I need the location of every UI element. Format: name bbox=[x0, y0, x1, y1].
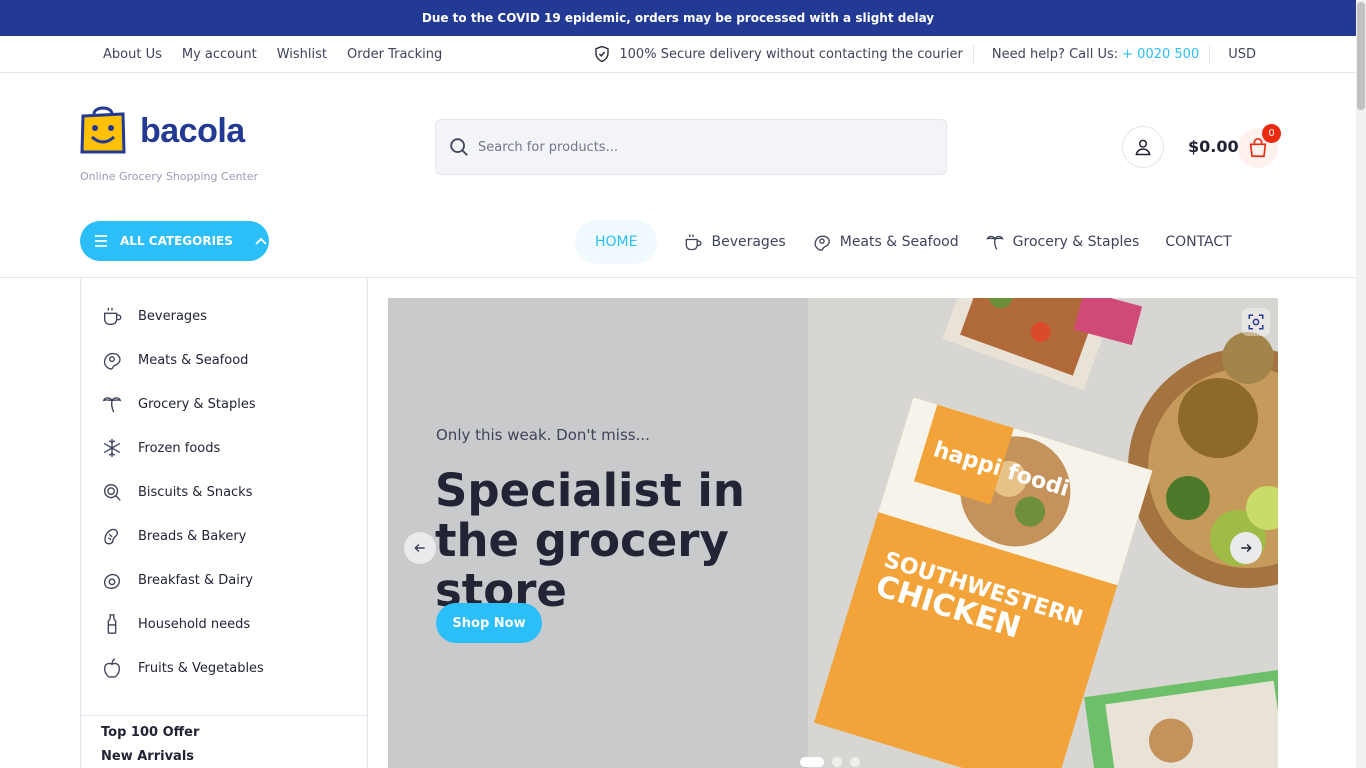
top-100-offer-link[interactable]: Top 100 Offer bbox=[101, 725, 199, 740]
hero-headline: Specialist in the grocery store bbox=[435, 464, 745, 617]
sidebar-item-label: Beverages bbox=[138, 308, 207, 324]
help-phone-link[interactable]: + 0020 500 bbox=[1122, 47, 1199, 62]
slider-dot-3[interactable] bbox=[850, 757, 860, 767]
egg-icon bbox=[103, 573, 121, 589]
hero-kicker: Only this weak. Don't miss... bbox=[436, 426, 650, 444]
page-scrollbar[interactable] bbox=[1356, 0, 1366, 768]
nav-contact-label: CONTACT bbox=[1165, 234, 1232, 250]
snowflake-icon bbox=[103, 438, 121, 458]
scrollbar-thumb[interactable] bbox=[1357, 2, 1365, 110]
sidebar-item-household-needs[interactable]: Household needs bbox=[101, 612, 250, 636]
nav-beverages-label: Beverages bbox=[711, 234, 786, 250]
palm-tree-icon bbox=[986, 235, 1004, 250]
sidebar-item-label: Breads & Bakery bbox=[138, 528, 247, 544]
sidebar-item-fruits-vegetables[interactable]: Fruits & Vegetables bbox=[101, 656, 264, 680]
steak-icon bbox=[814, 235, 830, 251]
sidebar-item-label: Fruits & Vegetables bbox=[138, 660, 264, 676]
nav-home-label: HOME bbox=[595, 234, 638, 250]
secondary-header: About Us My account Wishlist Order Track… bbox=[0, 36, 1356, 73]
slider-dot-1[interactable] bbox=[800, 757, 824, 767]
chevron-up-icon bbox=[255, 237, 267, 245]
nav-beverages[interactable]: Beverages bbox=[683, 232, 786, 252]
hero-slider: happi foodi SOUTHWESTERN CHICKEN Only th… bbox=[388, 298, 1278, 768]
sidebar-divider bbox=[81, 715, 368, 716]
sidebar-item-breads-bakery[interactable]: Breads & Bakery bbox=[101, 524, 246, 548]
site-logo[interactable]: bacola Online Grocery Shopping Center bbox=[80, 104, 270, 184]
slider-next-button[interactable] bbox=[1230, 532, 1262, 564]
account-button[interactable] bbox=[1122, 126, 1164, 168]
apple-icon bbox=[103, 658, 121, 678]
nav-home[interactable]: HOME bbox=[575, 220, 658, 264]
sidebar-item-grocery-staples[interactable]: Grocery & Staples bbox=[101, 392, 256, 416]
logo-tagline: Online Grocery Shopping Center bbox=[80, 170, 259, 183]
arrow-left-icon bbox=[414, 543, 425, 553]
divider bbox=[972, 45, 974, 63]
all-categories-button[interactable]: ALL CATEGORIES bbox=[80, 221, 269, 261]
nav-meats-seafood[interactable]: Meats & Seafood bbox=[812, 232, 959, 252]
sidebar-item-label: Frozen foods bbox=[138, 440, 221, 456]
search-bar[interactable] bbox=[435, 119, 947, 175]
sidebar-item-label: Household needs bbox=[138, 616, 251, 632]
main-navigation: HOME Beverages Meats & Seafood Grocery &… bbox=[575, 220, 1258, 264]
all-categories-label: ALL CATEGORIES bbox=[120, 234, 233, 248]
slider-prev-button[interactable] bbox=[404, 532, 436, 564]
croissant-icon bbox=[104, 528, 118, 545]
secure-delivery-text: 100% Secure delivery without contacting … bbox=[619, 46, 963, 62]
about-us-link[interactable]: About Us bbox=[103, 47, 162, 62]
nav-contact[interactable]: CONTACT bbox=[1165, 234, 1231, 250]
order-tracking-link[interactable]: Order Tracking bbox=[347, 47, 442, 62]
sidebar-item-biscuits-snacks[interactable]: Biscuits & Snacks bbox=[101, 480, 252, 504]
my-account-link[interactable]: My account bbox=[182, 47, 257, 62]
slider-pagination bbox=[800, 757, 860, 767]
logo-wordmark: bacola bbox=[140, 112, 245, 150]
cart-total[interactable]: $0.00 bbox=[1188, 137, 1239, 156]
search-input[interactable] bbox=[478, 139, 918, 155]
wishlist-link[interactable]: Wishlist bbox=[277, 47, 327, 62]
cart-count-badge: 0 bbox=[1262, 124, 1281, 143]
nav-grocery-staples[interactable]: Grocery & Staples bbox=[985, 232, 1140, 252]
shopping-bag-mascot-icon bbox=[80, 106, 126, 154]
bottle-icon bbox=[107, 614, 117, 634]
sidebar-item-beverages[interactable]: Beverages bbox=[101, 304, 207, 328]
palm-tree-icon bbox=[102, 397, 122, 413]
search-icon[interactable] bbox=[448, 136, 470, 158]
shield-icon bbox=[595, 45, 610, 63]
sidebar-item-label: Breakfast & Dairy bbox=[138, 572, 253, 588]
sidebar-item-label: Meats & Seafood bbox=[138, 352, 249, 368]
sidebar-item-label: Biscuits & Snacks bbox=[138, 484, 253, 500]
nav-grocery-label: Grocery & Staples bbox=[1012, 234, 1140, 250]
header-info: 100% Secure delivery without contacting … bbox=[593, 36, 1256, 72]
currency-selector[interactable]: USD bbox=[1228, 47, 1256, 62]
slider-dot-2[interactable] bbox=[832, 757, 842, 767]
sidebar-item-label: Grocery & Staples bbox=[138, 396, 256, 412]
divider bbox=[1209, 45, 1211, 63]
category-sidebar: Beverages Meats & Seafood Grocery & Stap… bbox=[80, 278, 368, 768]
announcement-bar: Due to the COVID 19 epidemic, orders may… bbox=[0, 0, 1356, 36]
user-icon bbox=[1135, 139, 1151, 156]
lens-icon[interactable] bbox=[1242, 308, 1270, 336]
steak-icon bbox=[103, 352, 121, 370]
new-arrivals-link[interactable]: New Arrivals bbox=[101, 749, 194, 764]
sidebar-item-meats-seafood[interactable]: Meats & Seafood bbox=[101, 348, 248, 372]
nav-meats-label: Meats & Seafood bbox=[839, 234, 959, 250]
lollipop-icon bbox=[103, 483, 121, 501]
sidebar-item-breakfast-dairy[interactable]: Breakfast & Dairy bbox=[101, 568, 253, 592]
menu-icon bbox=[95, 235, 107, 247]
cup-icon bbox=[103, 307, 122, 325]
announcement-text: Due to the COVID 19 epidemic, orders may… bbox=[421, 11, 935, 25]
help-text: Need help? Call Us: bbox=[991, 46, 1119, 62]
top-links: About Us My account Wishlist Order Track… bbox=[103, 36, 442, 72]
sidebar-item-frozen-foods[interactable]: Frozen foods bbox=[101, 436, 220, 460]
arrow-right-icon bbox=[1241, 543, 1252, 553]
cup-icon bbox=[686, 234, 703, 251]
shop-now-button[interactable]: Shop Now bbox=[436, 603, 542, 643]
